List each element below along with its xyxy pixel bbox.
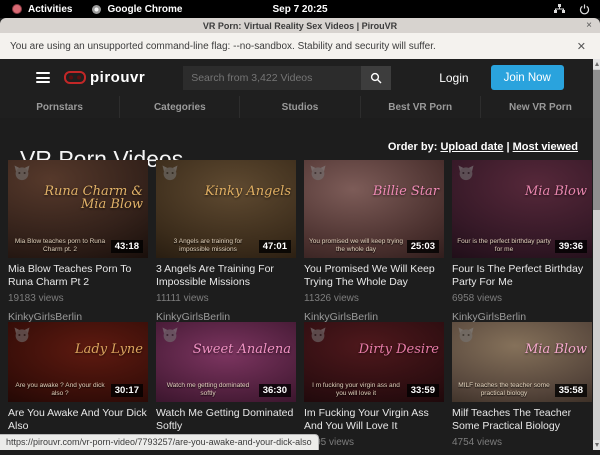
main-nav: Pornstars Categories Studios Best VR Por… bbox=[0, 96, 600, 118]
duration-badge: 39:36 bbox=[555, 240, 587, 253]
video-card[interactable]: Billie Star You promised we will keep tr… bbox=[304, 160, 444, 323]
nav-best-vr-porn[interactable]: Best VR Porn bbox=[361, 96, 481, 118]
join-now-button[interactable]: Join Now bbox=[491, 65, 564, 90]
video-views: 11326 views bbox=[304, 293, 444, 304]
video-card[interactable]: Dirty Desire I m fucking your virgin ass… bbox=[304, 322, 444, 455]
thumbnail-caption: 3 Angels are training for impossible mis… bbox=[160, 238, 256, 254]
thumbnail-caption: You promised we will keep trying the who… bbox=[308, 238, 404, 254]
video-row-1: Runa Charm & Mia Blow Mia Blow teaches p… bbox=[8, 160, 592, 323]
duration-badge: 33:59 bbox=[407, 384, 439, 397]
video-thumbnail[interactable]: Lady Lyne Are you awake ? And your dick … bbox=[8, 322, 148, 402]
video-thumbnail[interactable]: Mia Blow Four is the perfect birthday pa… bbox=[452, 160, 592, 258]
duration-badge: 25:03 bbox=[407, 240, 439, 253]
nav-new-vr-porn[interactable]: New VR Porn bbox=[481, 96, 600, 118]
video-views: 4754 views bbox=[452, 437, 592, 448]
studio-cat-mask-icon bbox=[13, 326, 31, 344]
video-title[interactable]: Mia Blow Teaches Porn To Runa Charm Pt 2 bbox=[8, 263, 148, 289]
nav-studios[interactable]: Studios bbox=[240, 96, 360, 118]
thumbnail-caption: I m fucking your virgin ass and you will… bbox=[308, 382, 404, 398]
video-thumbnail[interactable]: Mia Blow MILF teaches the teacher some p… bbox=[452, 322, 592, 402]
browser-warning-bar: You are using an unsupported command-lin… bbox=[0, 33, 600, 60]
thumbnail-overlay-name: Dirty Desire bbox=[359, 343, 439, 356]
video-thumbnail[interactable]: Runa Charm & Mia Blow Mia Blow teaches p… bbox=[8, 160, 148, 258]
studio-cat-mask-icon bbox=[161, 326, 179, 344]
thumbnail-overlay-name: Runa Charm & Mia Blow bbox=[34, 185, 143, 211]
thumbnail-overlay-name: Mia Blow bbox=[525, 185, 587, 198]
thumbnail-caption: Mia Blow teaches porn to Runa Charm pt. … bbox=[12, 238, 108, 254]
scroll-down-arrow-icon[interactable] bbox=[593, 440, 600, 450]
studio-cat-mask-icon bbox=[309, 164, 327, 182]
thumbnail-overlay-name: Lady Lyne bbox=[75, 343, 143, 356]
video-title[interactable]: Watch Me Getting Dominated Softly bbox=[156, 407, 296, 433]
power-icon[interactable] bbox=[579, 4, 590, 15]
window-close-icon[interactable]: × bbox=[586, 18, 592, 33]
logo-text: pirouvr bbox=[90, 69, 145, 86]
studio-cat-mask-icon bbox=[161, 164, 179, 182]
thumbnail-overlay-name: Mia Blow bbox=[525, 343, 587, 356]
video-card[interactable]: Mia Blow Four is the perfect birthday pa… bbox=[452, 160, 592, 323]
vr-goggles-icon bbox=[64, 71, 86, 84]
status-url-tooltip: https://pirouvr.com/vr-porn-video/779325… bbox=[0, 434, 319, 450]
duration-badge: 30:17 bbox=[111, 384, 143, 397]
order-upload-date-link[interactable]: Upload date bbox=[440, 141, 503, 153]
duration-badge: 36:30 bbox=[259, 384, 291, 397]
thumbnail-overlay-name: Kinky Angels bbox=[205, 185, 291, 198]
window-title: VR Porn: Virtual Reality Sex Videos | Pi… bbox=[203, 21, 397, 31]
video-title[interactable]: Im Fucking Your Virgin Ass And You Will … bbox=[304, 407, 444, 433]
site-logo[interactable]: pirouvr bbox=[64, 69, 145, 86]
search-icon bbox=[370, 72, 382, 84]
site-header: pirouvr Login Join Now bbox=[0, 59, 600, 96]
scroll-up-arrow-icon[interactable] bbox=[593, 59, 600, 69]
video-title[interactable]: Are You Awake And Your Dick Also bbox=[8, 407, 148, 433]
search-bar bbox=[183, 66, 391, 90]
duration-badge: 35:58 bbox=[555, 384, 587, 397]
video-title[interactable]: Milf Teaches The Teacher Some Practical … bbox=[452, 407, 592, 433]
video-views: 8795 views bbox=[304, 437, 444, 448]
order-by-label: Order by: bbox=[388, 141, 438, 153]
studio-cat-mask-icon bbox=[13, 164, 31, 182]
video-card[interactable]: Runa Charm & Mia Blow Mia Blow teaches p… bbox=[8, 160, 148, 323]
video-views: 11111 views bbox=[156, 293, 296, 304]
studio-cat-mask-icon bbox=[457, 164, 475, 182]
thumbnail-caption: MILF teaches the teacher some practical … bbox=[456, 382, 552, 398]
nav-pornstars[interactable]: Pornstars bbox=[0, 96, 120, 118]
video-views: 19183 views bbox=[8, 293, 148, 304]
video-title[interactable]: Four Is The Perfect Birthday Party For M… bbox=[452, 263, 592, 289]
video-title[interactable]: You Promised We Will Keep Trying The Who… bbox=[304, 263, 444, 289]
search-button[interactable] bbox=[361, 66, 391, 90]
order-by: Order by: Upload date | Most viewed bbox=[388, 141, 578, 153]
warning-message: You are using an unsupported command-lin… bbox=[0, 41, 436, 52]
login-link[interactable]: Login bbox=[439, 71, 468, 85]
nav-categories[interactable]: Categories bbox=[120, 96, 240, 118]
search-input[interactable] bbox=[183, 66, 361, 90]
video-card[interactable]: Mia Blow MILF teaches the teacher some p… bbox=[452, 322, 592, 455]
video-thumbnail[interactable]: Kinky Angels 3 Angels are training for i… bbox=[156, 160, 296, 258]
thumbnail-caption: Four is the perfect birthday party for m… bbox=[456, 238, 552, 254]
thumbnail-caption: Watch me getting dominated softly bbox=[160, 382, 256, 398]
video-thumbnail[interactable]: Dirty Desire I m fucking your virgin ass… bbox=[304, 322, 444, 402]
studio-cat-mask-icon bbox=[457, 326, 475, 344]
order-most-viewed-link[interactable]: Most viewed bbox=[513, 141, 578, 153]
video-views: 6958 views bbox=[452, 293, 592, 304]
video-thumbnail[interactable]: Billie Star You promised we will keep tr… bbox=[304, 160, 444, 258]
studio-cat-mask-icon bbox=[309, 326, 327, 344]
clock[interactable]: Sep 7 20:25 bbox=[0, 4, 600, 15]
screen: { "system_bar": { "activities": "Activit… bbox=[0, 0, 600, 450]
window-title-bar[interactable]: VR Porn: Virtual Reality Sex Videos | Pi… bbox=[0, 18, 600, 33]
thumbnail-overlay-name: Sweet Analena bbox=[193, 343, 291, 356]
duration-badge: 47:01 bbox=[259, 240, 291, 253]
thumbnail-overlay-name: Billie Star bbox=[373, 185, 439, 198]
video-title[interactable]: 3 Angels Are Training For Impossible Mis… bbox=[156, 263, 296, 289]
menu-icon[interactable] bbox=[36, 70, 50, 86]
thumbnail-caption: Are you awake ? And your dick also ? bbox=[12, 382, 108, 398]
scrollbar[interactable] bbox=[593, 59, 600, 450]
video-thumbnail[interactable]: Sweet Analena Watch me getting dominated… bbox=[156, 322, 296, 402]
network-icon[interactable] bbox=[554, 4, 565, 14]
duration-badge: 43:18 bbox=[111, 240, 143, 253]
system-bar: Activities Google Chrome Sep 7 20:25 bbox=[0, 0, 600, 18]
video-card[interactable]: Kinky Angels 3 Angels are training for i… bbox=[156, 160, 296, 323]
scrollbar-thumb[interactable] bbox=[593, 70, 600, 210]
warning-close-icon[interactable]: ✕ bbox=[577, 40, 586, 53]
